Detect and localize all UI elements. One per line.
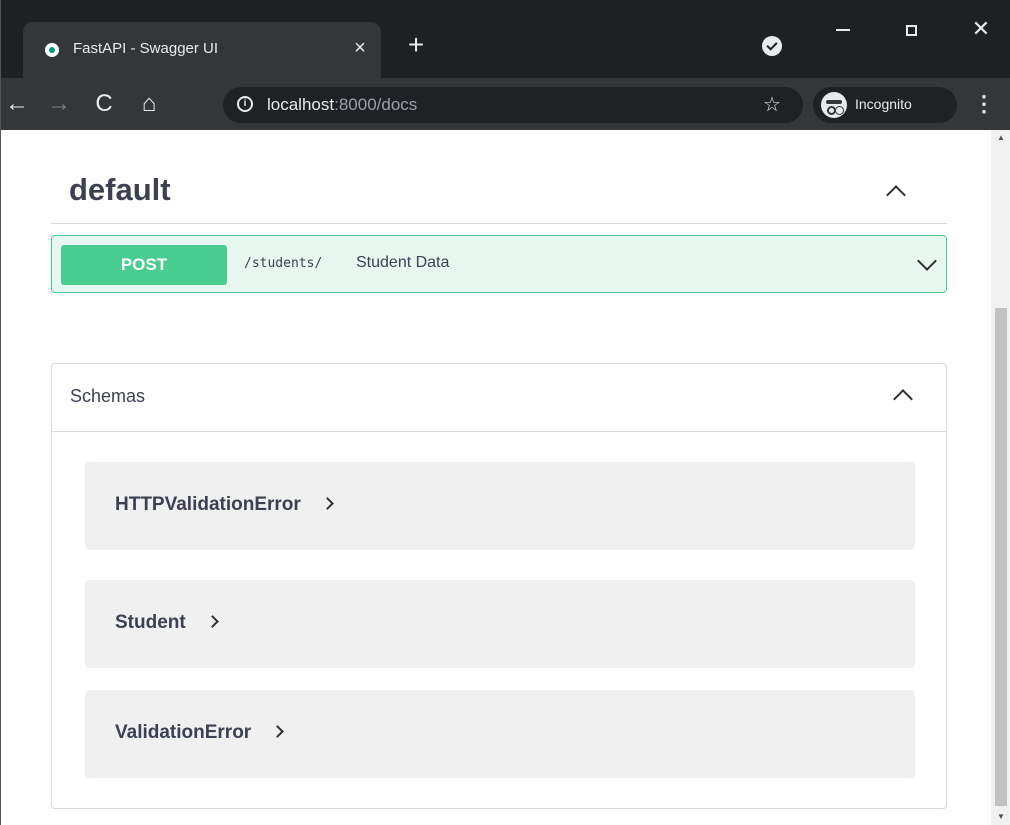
new-tab-button[interactable]: + xyxy=(403,31,429,59)
tab-search-icon[interactable] xyxy=(762,36,782,56)
collapse-schemas-chevron-up-icon[interactable] xyxy=(893,389,913,409)
incognito-icon xyxy=(821,92,847,118)
page-viewport: default POST /students/ Student Data Sch… xyxy=(1,130,991,825)
url-host: localhost xyxy=(267,95,335,114)
schema-item-validationerror[interactable]: ValidationError xyxy=(85,690,915,778)
maximize-icon xyxy=(905,24,917,36)
back-button[interactable]: ← xyxy=(1,88,33,120)
browser-toolbar: ← → C ⌂ i localhost:8000/docs ☆ Incognit… xyxy=(1,78,1010,130)
schemas-title: Schemas xyxy=(70,386,146,406)
fastapi-favicon-icon xyxy=(45,43,59,57)
operation-post-students[interactable]: POST /students/ Student Data xyxy=(51,235,947,293)
home-button[interactable]: ⌂ xyxy=(133,88,165,120)
expand-schema-chevron-right-icon[interactable] xyxy=(320,497,334,511)
incognito-profile-button[interactable]: Incognito xyxy=(813,87,957,123)
maximize-button[interactable] xyxy=(891,14,931,44)
reload-button[interactable]: C xyxy=(88,88,120,120)
tag-section-header[interactable]: default xyxy=(51,160,947,224)
forward-button[interactable]: → xyxy=(43,88,75,120)
schema-name-text: Student xyxy=(115,612,186,633)
page-scrollbar[interactable]: ▲ ▼ xyxy=(991,130,1010,825)
bookmark-star-icon[interactable]: ☆ xyxy=(763,92,781,117)
schema-name-text: ValidationError xyxy=(115,722,252,743)
incognito-label: Incognito xyxy=(855,96,912,112)
schema-name: HTTPValidationError xyxy=(115,494,334,516)
tab-strip: FastAPI - Swagger UI × + ✕ xyxy=(1,0,1010,78)
url-text[interactable]: localhost:8000/docs xyxy=(267,95,417,115)
browser-window: FastAPI - Swagger UI × + ✕ ← → C ⌂ i loc… xyxy=(0,0,1010,825)
scroll-up-arrow-icon[interactable]: ▲ xyxy=(991,130,1010,146)
minimize-icon xyxy=(836,29,850,32)
schema-item-student[interactable]: Student xyxy=(85,580,915,668)
http-method-badge: POST xyxy=(61,245,227,285)
schema-name: ValidationError xyxy=(115,722,285,744)
window-close-button[interactable]: ✕ xyxy=(961,14,1001,44)
schema-name-text: HTTPValidationError xyxy=(115,494,301,515)
url-path: :8000/docs xyxy=(334,95,418,114)
expand-schema-chevron-right-icon[interactable] xyxy=(271,725,285,739)
scrollbar-thumb[interactable] xyxy=(995,308,1007,806)
schemas-section: Schemas HTTPValidationError Student Vali… xyxy=(51,363,947,809)
minimize-button[interactable] xyxy=(823,14,863,44)
tab-title: FastAPI - Swagger UI xyxy=(73,40,219,57)
browser-menu-button[interactable]: ⋮ xyxy=(973,89,995,119)
collapse-tag-chevron-up-icon[interactable] xyxy=(886,185,906,205)
schemas-header[interactable]: Schemas xyxy=(52,364,946,432)
browser-tab[interactable]: FastAPI - Swagger UI × xyxy=(23,22,381,78)
address-bar[interactable]: i localhost:8000/docs ☆ xyxy=(223,87,803,123)
tab-close-button[interactable]: × xyxy=(347,35,373,61)
operation-summary: Student Data xyxy=(356,254,450,271)
site-info-icon[interactable]: i xyxy=(237,96,253,112)
expand-schema-chevron-right-icon[interactable] xyxy=(205,615,219,629)
scroll-down-arrow-icon[interactable]: ▼ xyxy=(991,809,1010,825)
expand-operation-chevron-down-icon[interactable] xyxy=(917,251,937,271)
schema-item-httpvalidationerror[interactable]: HTTPValidationError xyxy=(85,462,915,550)
schema-name: Student xyxy=(115,612,219,634)
operation-path: /students/ xyxy=(244,256,323,271)
tag-title: default xyxy=(69,172,171,207)
